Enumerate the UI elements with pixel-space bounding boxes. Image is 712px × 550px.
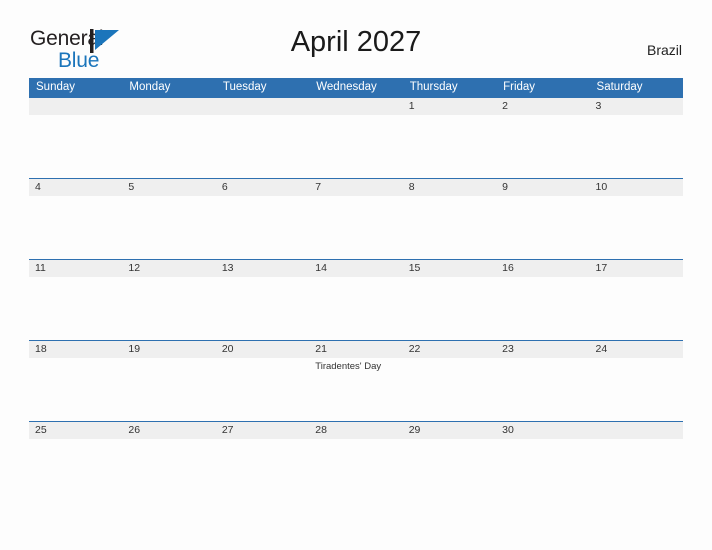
day-cell[interactable]: 22 <box>403 341 496 421</box>
day-cell[interactable]: 5 <box>122 179 215 259</box>
day-number: 16 <box>502 262 514 274</box>
weekday-header-monday: Monday <box>129 81 171 93</box>
day-number: 23 <box>502 343 514 355</box>
day-cell[interactable]: 9 <box>496 179 589 259</box>
day-number <box>222 98 303 115</box>
day-cell[interactable]: 30 <box>496 422 589 502</box>
calendar-week-row: 1 2 3 <box>29 97 683 178</box>
day-cell[interactable]: 24 <box>590 341 683 421</box>
day-number: 19 <box>128 343 141 355</box>
day-cell[interactable]: 19 <box>122 341 215 421</box>
day-cell[interactable]: 4 <box>29 179 122 259</box>
day-cell[interactable]: 16 <box>496 260 589 340</box>
day-cell[interactable]: 20 <box>216 341 309 421</box>
day-number: 29 <box>408 424 421 436</box>
weekday-header-wednesday: Wednesday <box>316 81 377 93</box>
day-number: 8 <box>408 181 415 193</box>
day-number: 17 <box>595 262 608 274</box>
day-cell[interactable]: 25 <box>29 422 122 502</box>
day-number: 14 <box>315 262 327 274</box>
day-number <box>596 422 677 439</box>
day-number: 12 <box>128 262 141 274</box>
calendar-week-row: 18 19 20 21 Tiradentes' Day 22 23 24 <box>29 340 683 421</box>
day-number: 10 <box>595 181 608 193</box>
day-cell[interactable]: 8 <box>403 179 496 259</box>
day-number: 27 <box>221 424 234 436</box>
day-number: 4 <box>35 181 41 193</box>
day-number: 22 <box>408 343 421 355</box>
day-number <box>315 98 396 115</box>
day-number: 26 <box>128 424 141 436</box>
day-cell[interactable]: 28 <box>309 422 402 502</box>
day-number: 2 <box>502 100 508 112</box>
day-cell[interactable]: 2 <box>496 98 589 178</box>
calendar-page: General Blue April 2027 Brazil Sunday Mo… <box>0 0 712 550</box>
day-number: 6 <box>221 181 228 193</box>
day-cell[interactable]: 1 <box>403 98 496 178</box>
page-title: April 2027 <box>290 26 422 58</box>
day-number: 3 <box>595 100 602 112</box>
day-cell[interactable]: 6 <box>216 179 309 259</box>
day-cell[interactable]: 17 <box>590 260 683 340</box>
day-cell[interactable] <box>122 98 215 178</box>
calendar-week-row: 4 5 6 7 8 9 10 <box>29 178 683 259</box>
day-cell[interactable]: 12 <box>122 260 215 340</box>
day-number: 15 <box>408 262 421 274</box>
weekday-header-friday: Friday <box>503 81 536 93</box>
weekday-header-row: Sunday Monday Tuesday Wednesday Thursday… <box>29 78 683 97</box>
day-cell[interactable]: 29 <box>403 422 496 502</box>
day-cell[interactable]: 15 <box>403 260 496 340</box>
day-number: 9 <box>502 181 508 193</box>
day-cell[interactable]: 3 <box>590 98 683 178</box>
day-number <box>35 98 116 115</box>
weekday-header-thursday: Thursday <box>409 81 458 93</box>
weekday-header-saturday: Saturday <box>596 81 643 93</box>
day-number: 28 <box>315 424 327 436</box>
day-cell[interactable] <box>309 98 402 178</box>
day-number: 21 <box>315 343 327 355</box>
day-cell[interactable]: 11 <box>29 260 122 340</box>
day-number: 30 <box>502 424 514 436</box>
day-number: 20 <box>221 343 234 355</box>
day-cell[interactable]: 21 Tiradentes' Day <box>309 341 402 421</box>
day-cell[interactable]: 10 <box>590 179 683 259</box>
weekday-header-sunday: Sunday <box>36 81 76 93</box>
day-number: 1 <box>408 100 415 112</box>
day-number: 7 <box>315 181 322 193</box>
day-number <box>128 98 209 115</box>
country-label: Brazil <box>646 42 682 58</box>
weekday-header-tuesday: Tuesday <box>222 81 267 93</box>
day-cell[interactable] <box>216 98 309 178</box>
day-number: 18 <box>35 343 47 355</box>
day-cell[interactable]: 18 <box>29 341 122 421</box>
day-cell[interactable]: 27 <box>216 422 309 502</box>
day-cell[interactable] <box>29 98 122 178</box>
holiday-label: Tiradentes' Day <box>315 361 382 372</box>
day-number: 5 <box>128 181 135 193</box>
calendar-week-row: 11 12 13 14 15 16 17 <box>29 259 683 340</box>
page-header: General Blue April 2027 Brazil <box>0 0 712 71</box>
day-cell[interactable] <box>590 422 683 502</box>
day-cell[interactable]: 14 <box>309 260 402 340</box>
calendar-week-row: 25 26 27 28 29 30 <box>29 421 683 502</box>
day-number: 13 <box>221 262 234 274</box>
day-number: 11 <box>35 262 46 274</box>
day-number: 25 <box>35 424 47 436</box>
day-number: 24 <box>595 343 608 355</box>
day-cell[interactable]: 7 <box>309 179 402 259</box>
day-cell[interactable]: 13 <box>216 260 309 340</box>
calendar-grid: Sunday Monday Tuesday Wednesday Thursday… <box>29 78 683 502</box>
day-cell[interactable]: 23 <box>496 341 589 421</box>
day-cell[interactable]: 26 <box>122 422 215 502</box>
